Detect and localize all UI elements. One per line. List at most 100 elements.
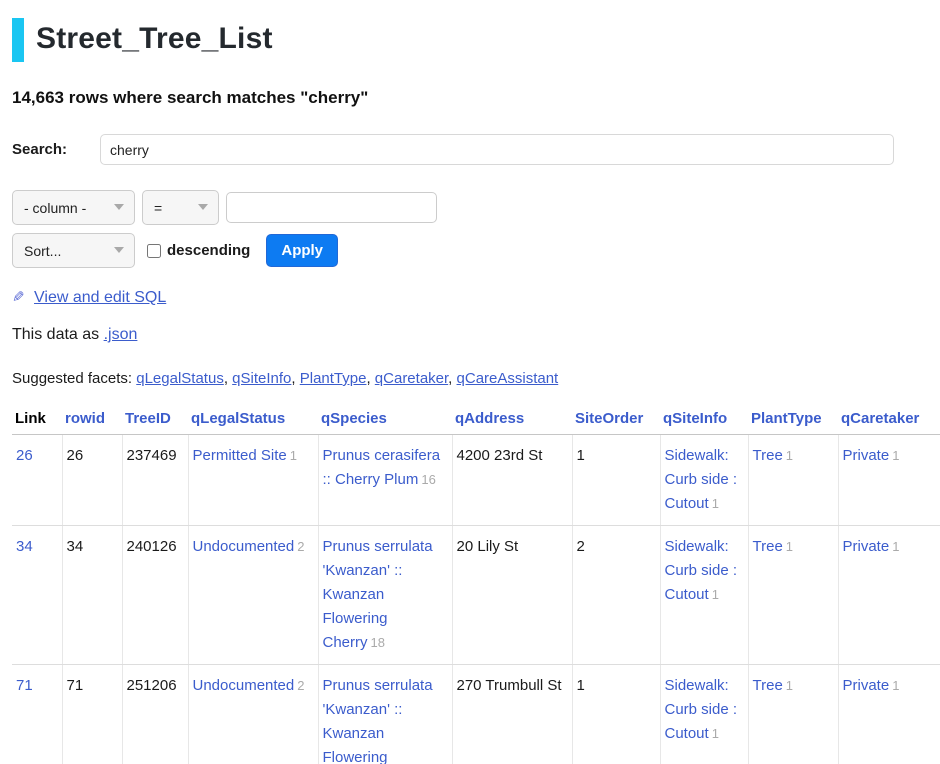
cell-rowid: 71 bbox=[62, 665, 122, 764]
facet-count: 1 bbox=[712, 496, 719, 511]
plant-type-link[interactable]: Tree bbox=[753, 677, 783, 694]
descending-label: descending bbox=[167, 242, 250, 259]
sort-select-value: Sort... bbox=[24, 243, 61, 259]
chevron-down-icon bbox=[114, 247, 124, 253]
site-info-link[interactable]: Sidewalk: Curb side : Cutout bbox=[665, 447, 738, 512]
row-count-summary: 14,663 rows where search matches "cherry… bbox=[12, 88, 940, 108]
facet-separator: , bbox=[291, 370, 299, 387]
facet-link-qcaretaker[interactable]: qCaretaker bbox=[375, 370, 448, 387]
cell-qsiteinfo: Sidewalk: Curb side : Cutout1 bbox=[660, 435, 748, 526]
cell-planttype: Tree1 bbox=[748, 526, 838, 665]
cell-siteorder: 2 bbox=[572, 526, 660, 665]
cell-qcaretaker: Private1 bbox=[838, 435, 940, 526]
facet-count: 18 bbox=[371, 635, 385, 650]
cell-link: 34 bbox=[12, 526, 62, 665]
cell-qlegalstatus: Undocumented2 bbox=[188, 665, 318, 764]
data-as-prefix: This data as bbox=[12, 326, 104, 343]
search-form: Search: bbox=[12, 134, 940, 165]
cell-rowid: 34 bbox=[62, 526, 122, 665]
cell-link: 26 bbox=[12, 435, 62, 526]
facet-link-qcareassistant[interactable]: qCareAssistant bbox=[457, 370, 559, 387]
cell-qcaretaker: Private1 bbox=[838, 526, 940, 665]
row-link[interactable]: 26 bbox=[16, 447, 33, 464]
cell-qcaretaker: Private1 bbox=[838, 665, 940, 764]
plant-type-link[interactable]: Tree bbox=[753, 538, 783, 555]
page-header: Street_Tree_List bbox=[12, 18, 940, 62]
column-header-qsiteinfo: qSiteInfo bbox=[660, 404, 748, 435]
cell-qlegalstatus: Permitted Site1 bbox=[188, 435, 318, 526]
site-info-link[interactable]: Sidewalk: Curb side : Cutout bbox=[665, 538, 738, 603]
facet-count: 16 bbox=[421, 472, 435, 487]
cell-qaddress: 270 Trumbull St bbox=[452, 665, 572, 764]
cell-qspecies: Prunus serrulata 'Kwanzan' :: Kwanzan Fl… bbox=[318, 526, 452, 665]
caretaker-link[interactable]: Private bbox=[843, 677, 890, 694]
row-link[interactable]: 34 bbox=[16, 538, 33, 555]
table-row: 26 26 237469 Permitted Site1 Prunus cera… bbox=[12, 435, 940, 526]
apply-button[interactable]: Apply bbox=[266, 234, 338, 267]
facets-prefix: Suggested facets: bbox=[12, 370, 136, 387]
sql-link-row: ✎ View and edit SQL bbox=[12, 288, 940, 307]
table-row: 71 71 251206 Undocumented2 Prunus serrul… bbox=[12, 665, 940, 764]
cell-siteorder: 1 bbox=[572, 665, 660, 764]
cell-planttype: Tree1 bbox=[748, 665, 838, 764]
facet-count: 1 bbox=[712, 587, 719, 602]
facet-separator: , bbox=[224, 370, 232, 387]
legal-status-link[interactable]: Undocumented bbox=[193, 677, 295, 694]
facet-link-qlegalstatus[interactable]: qLegalStatus bbox=[136, 370, 224, 387]
facet-count: 1 bbox=[290, 448, 297, 463]
legal-status-link[interactable]: Undocumented bbox=[193, 538, 295, 555]
descending-checkbox[interactable] bbox=[147, 244, 161, 258]
caretaker-link[interactable]: Private bbox=[843, 538, 890, 555]
species-link[interactable]: Prunus serrulata 'Kwanzan' :: Kwanzan Fl… bbox=[323, 677, 433, 764]
facet-count: 1 bbox=[786, 539, 793, 554]
cell-rowid: 26 bbox=[62, 435, 122, 526]
chevron-down-icon bbox=[114, 204, 124, 210]
filter-column-select[interactable]: - column - bbox=[12, 190, 135, 225]
sort-row: Sort... descending Apply bbox=[12, 233, 940, 268]
cell-qsiteinfo: Sidewalk: Curb side : Cutout1 bbox=[660, 665, 748, 764]
data-as-row: This data as .json bbox=[12, 326, 940, 344]
search-input[interactable] bbox=[100, 134, 894, 165]
cell-treeid: 251206 bbox=[122, 665, 188, 764]
facet-separator: , bbox=[366, 370, 374, 387]
cell-qaddress: 4200 23rd St bbox=[452, 435, 572, 526]
cell-link: 71 bbox=[12, 665, 62, 764]
facet-count: 1 bbox=[892, 539, 899, 554]
sort-select[interactable]: Sort... bbox=[12, 233, 135, 268]
facet-count: 2 bbox=[297, 539, 304, 554]
json-link[interactable]: .json bbox=[104, 326, 138, 343]
accent-bar bbox=[12, 18, 24, 62]
pencil-icon: ✎ bbox=[12, 288, 25, 306]
caretaker-link[interactable]: Private bbox=[843, 447, 890, 464]
facet-link-qsiteinfo[interactable]: qSiteInfo bbox=[232, 370, 291, 387]
filter-operator-select-value: = bbox=[154, 200, 162, 216]
cell-qaddress: 20 Lily St bbox=[452, 526, 572, 665]
cell-siteorder: 1 bbox=[572, 435, 660, 526]
facet-count: 1 bbox=[892, 678, 899, 693]
facet-separator: , bbox=[448, 370, 456, 387]
column-header-treeid: TreeID bbox=[122, 404, 188, 435]
table-row: 34 34 240126 Undocumented2 Prunus serrul… bbox=[12, 526, 940, 665]
cell-treeid: 240126 bbox=[122, 526, 188, 665]
filter-value-input[interactable] bbox=[226, 192, 437, 223]
view-edit-sql-link[interactable]: View and edit SQL bbox=[34, 289, 166, 306]
column-header-qspecies: qSpecies bbox=[318, 404, 452, 435]
cell-qspecies: Prunus cerasifera :: Cherry Plum16 bbox=[318, 435, 452, 526]
facet-link-planttype[interactable]: PlantType bbox=[300, 370, 367, 387]
site-info-link[interactable]: Sidewalk: Curb side : Cutout bbox=[665, 677, 738, 742]
cell-qlegalstatus: Undocumented2 bbox=[188, 526, 318, 665]
plant-type-link[interactable]: Tree bbox=[753, 447, 783, 464]
column-header-qlegalstatus: qLegalStatus bbox=[188, 404, 318, 435]
legal-status-link[interactable]: Permitted Site bbox=[193, 447, 287, 464]
filter-operator-select[interactable]: = bbox=[142, 190, 219, 225]
rows-table: Link rowid TreeID qLegalStatus qSpecies … bbox=[12, 404, 940, 764]
column-header-siteorder: SiteOrder bbox=[572, 404, 660, 435]
facet-count: 1 bbox=[892, 448, 899, 463]
facet-count: 1 bbox=[712, 726, 719, 741]
page-title: Street_Tree_List bbox=[36, 18, 273, 62]
row-link[interactable]: 71 bbox=[16, 677, 33, 694]
facet-count: 1 bbox=[786, 678, 793, 693]
page: Street_Tree_List 14,663 rows where searc… bbox=[0, 0, 940, 764]
chevron-down-icon bbox=[198, 204, 208, 210]
filter-column-select-value: - column - bbox=[24, 200, 86, 216]
